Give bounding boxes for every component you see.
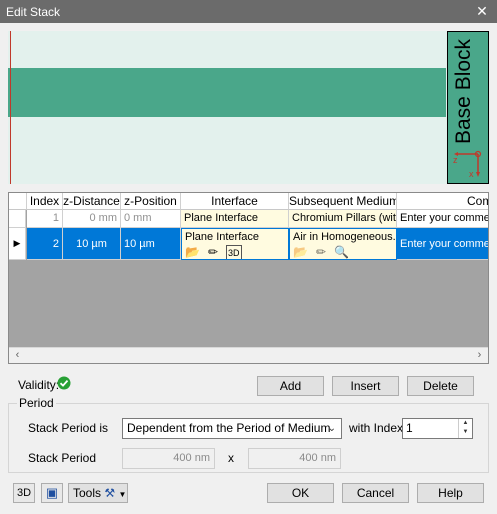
spinner-value: 1 — [406, 421, 413, 435]
column-header-subsequent-medium[interactable]: Subsequent Medium — [289, 193, 397, 210]
search-icon[interactable]: 🔍 — [334, 245, 349, 259]
cancel-button[interactable]: Cancel — [342, 483, 409, 503]
table-cell-z-position: 0 mm — [121, 210, 181, 228]
table-cell-index: 2 — [27, 228, 63, 260]
scroll-left-icon[interactable]: ‹ — [9, 348, 26, 363]
axis-z-label: z — [453, 155, 458, 165]
table-cell-medium[interactable]: Chromium Pillars (with — [289, 210, 397, 228]
cell-value: Air in Homogeneous... — [293, 231, 397, 243]
open-folder-icon[interactable]: 📂 — [293, 245, 308, 259]
dropdown-value: Dependent from the Period of Medium — [127, 421, 331, 435]
table-cell-z-distance[interactable]: 0 mm — [63, 210, 121, 228]
save-icon[interactable]: ▣ — [41, 483, 63, 503]
close-icon[interactable]: ✕ — [467, 0, 497, 23]
table-cell-interface[interactable]: Plane Interface 📂 ✏ 3D — [181, 228, 289, 260]
with-index-spinner[interactable]: 1 ▲ ▼ — [402, 418, 473, 439]
tools-menu-button[interactable]: Tools ⚒ ▼ — [68, 483, 128, 503]
delete-button[interactable]: Delete — [407, 376, 474, 396]
table-cell-interface[interactable]: Plane Interface — [181, 210, 289, 228]
ok-button[interactable]: OK — [267, 483, 334, 503]
spinner-arrows[interactable]: ▲ ▼ — [458, 419, 472, 438]
scroll-right-icon[interactable]: › — [471, 348, 488, 363]
window-title: Edit Stack — [6, 5, 61, 19]
stack-period-dropdown[interactable]: Dependent from the Period of Medium ⌄ — [122, 418, 342, 439]
column-header-z-position[interactable]: z-Position — [121, 193, 181, 210]
add-button[interactable]: Add — [257, 376, 324, 396]
table-cell-z-distance[interactable]: 10 µm — [63, 228, 121, 260]
cell-value: Plane Interface — [185, 231, 259, 243]
cell-value: 10 µm — [76, 238, 107, 250]
period-legend: Period — [17, 396, 56, 410]
table-cell-medium[interactable]: Air in Homogeneous... 📂 ✏ 🔍 — [289, 228, 397, 260]
stack-table[interactable]: Index z-Distance z-Position Interface Su… — [8, 192, 489, 364]
cell-value: 2 — [52, 238, 59, 250]
3d-view-icon[interactable]: 3D — [13, 483, 35, 503]
stack-period-label: Stack Period — [28, 451, 97, 465]
stack-preview: Base Block z x — [8, 31, 489, 184]
chevron-down-icon: ⌄ — [327, 423, 336, 434]
with-index-label: with Index — [349, 421, 404, 435]
axis-x-label: x — [469, 169, 474, 179]
row-selector[interactable] — [9, 210, 26, 228]
cell-value: Enter your comment — [400, 238, 489, 250]
chevron-down-icon: ▼ — [118, 490, 127, 499]
period-x-field: 400 nm — [122, 448, 215, 469]
row-header-corner — [9, 193, 27, 210]
table-cell-z-position: 10 µm — [121, 228, 181, 260]
table-cell-comment[interactable]: Enter your comment — [397, 210, 488, 228]
insert-button[interactable]: Insert — [332, 376, 399, 396]
tools-label: Tools — [73, 486, 102, 500]
edit-pencil-icon[interactable]: ✏ — [208, 245, 218, 259]
table-cell-index: 1 — [27, 210, 63, 228]
title-bar: Edit Stack ✕ — [0, 0, 497, 23]
stack-period-is-label: Stack Period is — [28, 421, 109, 435]
interface-marker-line — [10, 31, 11, 184]
times-symbol: x — [228, 451, 234, 465]
edit-pencil-icon[interactable]: ✏ — [316, 245, 326, 259]
table-cell-comment[interactable]: Enter your comment — [397, 228, 489, 260]
3d-view-icon[interactable]: 3D — [226, 245, 242, 259]
column-header-interface[interactable]: Interface — [181, 193, 289, 210]
open-folder-icon[interactable]: 📂 — [185, 245, 200, 259]
tools-icon: ⚒ — [104, 486, 116, 500]
help-button[interactable]: Help — [417, 483, 484, 503]
horizontal-scrollbar[interactable]: ‹ › — [9, 347, 488, 363]
row-selector-current[interactable]: ▶ — [9, 228, 26, 260]
column-header-z-distance[interactable]: z-Distance — [63, 193, 121, 210]
period-y-field: 400 nm — [248, 448, 341, 469]
base-block: Base Block z x — [447, 31, 489, 184]
validity-check-icon — [57, 376, 71, 390]
column-header-comment[interactable]: Com — [397, 193, 488, 210]
medium-layer — [8, 68, 446, 117]
validity-label: Validity: — [18, 378, 60, 392]
column-header-index[interactable]: Index — [27, 193, 63, 210]
cell-value: 10 µm — [124, 238, 155, 250]
coordinate-axes-icon: z x — [453, 150, 482, 179]
base-block-label: Base Block — [452, 38, 475, 144]
